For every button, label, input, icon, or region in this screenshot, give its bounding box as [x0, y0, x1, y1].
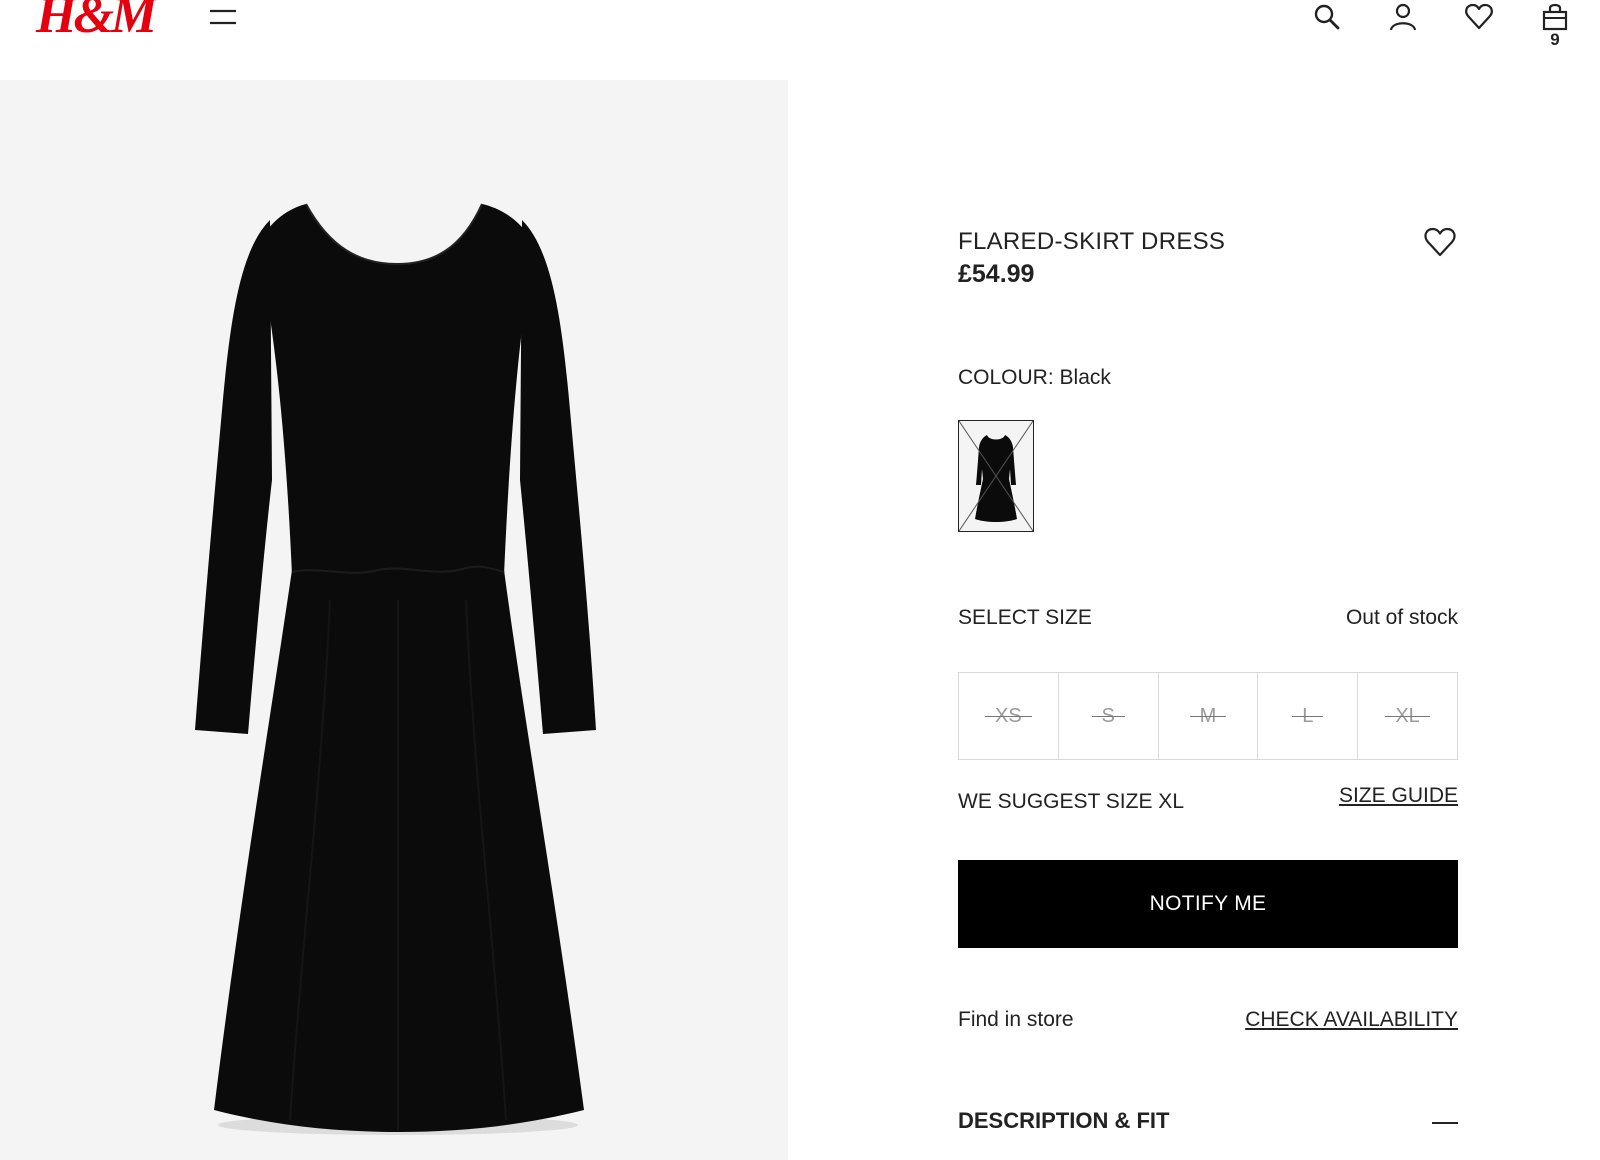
select-size-label: SELECT SIZE	[958, 606, 1092, 629]
description-fit-accordion[interactable]: DESCRIPTION & FIT	[958, 1108, 1458, 1142]
collapse-minus-icon	[1432, 1122, 1458, 1124]
stock-status: Out of stock	[1345, 606, 1458, 629]
colour-label: COLOUR:	[958, 366, 1054, 389]
size-option-s[interactable]: S	[1059, 673, 1159, 759]
check-availability-link[interactable]: CHECK AVAILABILITY	[1245, 1008, 1458, 1032]
size-guide-link[interactable]: SIZE GUIDE	[1339, 784, 1458, 808]
heart-icon[interactable]	[1464, 2, 1494, 32]
description-fit-title: DESCRIPTION & FIT	[958, 1108, 1170, 1133]
cart-count-badge: 9	[1550, 30, 1560, 49]
product-details: FLARED-SKIRT DRESS £54.99 COLOUR: Black …	[958, 0, 1458, 1160]
size-option-xl[interactable]: XL	[1358, 673, 1457, 759]
size-selector: XS S M L XL	[958, 672, 1458, 760]
find-in-store-label: Find in store	[958, 1008, 1074, 1031]
menu-icon[interactable]	[208, 4, 238, 30]
size-label: XL	[1385, 705, 1431, 728]
product-image[interactable]	[0, 80, 788, 1160]
colour-value: Black	[1059, 366, 1111, 389]
swatch-dress-thumbnail	[959, 421, 1033, 531]
size-option-xs[interactable]: XS	[959, 673, 1059, 759]
size-option-m[interactable]: M	[1159, 673, 1259, 759]
shopping-bag-icon[interactable]	[1540, 2, 1570, 32]
hm-logo[interactable]: H&M	[36, 0, 157, 46]
size-label: S	[1091, 705, 1126, 728]
size-label: L	[1292, 705, 1324, 728]
colour-swatch-black[interactable]	[958, 420, 1034, 532]
dress-illustration	[195, 203, 596, 1135]
size-label: XS	[985, 705, 1032, 728]
size-option-l[interactable]: L	[1258, 673, 1359, 759]
add-to-favourites-heart-icon[interactable]	[1423, 226, 1457, 258]
colour-row: COLOUR: Black	[958, 366, 1111, 390]
size-suggestion: WE SUGGEST SIZE XL	[958, 790, 1184, 813]
product-price: £54.99	[958, 260, 1035, 288]
size-label: M	[1189, 705, 1227, 728]
notify-me-button[interactable]: NOTIFY ME	[958, 860, 1458, 948]
product-title: FLARED-SKIRT DRESS	[958, 228, 1226, 255]
